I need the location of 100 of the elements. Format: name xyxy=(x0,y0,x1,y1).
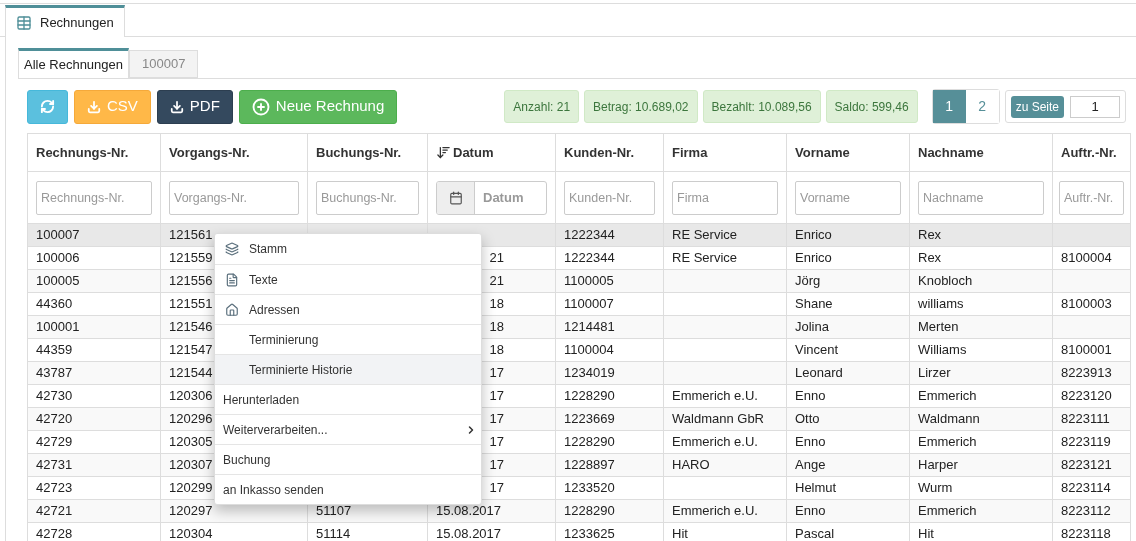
export-button[interactable]: PDF xyxy=(156,89,233,124)
summary-badge: Anzahl: 21 xyxy=(504,90,580,123)
house-icon xyxy=(225,302,239,317)
filter-field[interactable]: Vorname xyxy=(795,180,901,215)
table-cell: 120297 xyxy=(169,503,213,519)
table-cell: Enno xyxy=(795,434,826,450)
table-cell: 42731 xyxy=(36,457,73,473)
column-header[interactable]: Firma xyxy=(663,133,787,172)
table-cell: Hit xyxy=(672,526,688,541)
table-cell: 1234019 xyxy=(564,365,615,381)
date-filter-field[interactable]: Datum xyxy=(436,180,547,215)
table-cell: 8223111 xyxy=(1061,411,1110,427)
table-cell: 8100003 xyxy=(1061,296,1112,312)
filter-field[interactable]: Rechnungs-Nr. xyxy=(36,180,152,215)
table-cell: 1228290 xyxy=(564,503,615,519)
table-cell: 120296 xyxy=(169,411,213,427)
table-cell: Enrico xyxy=(795,227,832,243)
table-cell: 44359 xyxy=(36,342,73,358)
table-cell: Enno xyxy=(795,388,826,404)
table-cell-text: 18 xyxy=(489,341,504,360)
table-cell: RE Service xyxy=(672,250,738,266)
filter-field[interactable]: Vorgangs-Nr. xyxy=(169,180,299,215)
table-cell: williams xyxy=(918,296,964,312)
download-icon xyxy=(169,99,184,114)
table-cell: 121546 xyxy=(169,319,213,335)
table-cell-text: 17 xyxy=(489,479,504,498)
summary-badge: Bezahlt: 10.089,56 xyxy=(702,90,821,123)
menu-item[interactable]: Texte xyxy=(215,264,481,294)
table-cell: Pascal xyxy=(795,526,835,541)
column-header[interactable]: Vorname xyxy=(786,133,910,172)
page-button[interactable]: 1 xyxy=(932,90,966,123)
refresh-button[interactable] xyxy=(27,89,68,124)
table-cell: Vincent xyxy=(795,342,839,358)
summary-badge: Saldo: 599,46 xyxy=(825,90,918,123)
column-header[interactable]: Vorgangs-Nr. xyxy=(160,133,308,172)
menu-item[interactable]: Terminierte Historie xyxy=(215,354,481,384)
table-cell: 100006 xyxy=(36,250,80,266)
column-header[interactable]: Kunden-Nr. xyxy=(555,133,664,172)
table-cell: RE Service xyxy=(672,227,738,243)
table-cell: Knobloch xyxy=(918,273,973,289)
sort-icon xyxy=(436,145,451,160)
table-cell-text: 17 xyxy=(489,433,504,452)
table-cell: Lirzer xyxy=(918,365,951,381)
table-cell: Rex xyxy=(918,250,942,266)
table-cell: 42720 xyxy=(36,411,73,427)
table-cell: 1100004 xyxy=(564,342,614,358)
table-cell: 100007 xyxy=(36,227,80,243)
table-cell: 8223121 xyxy=(1061,457,1112,473)
table-cell-text: 21 xyxy=(489,249,504,268)
download-icon xyxy=(87,99,101,114)
table-cell: 1222344 xyxy=(564,250,615,266)
table-cell-text: 21 xyxy=(489,272,504,291)
goto-page-button[interactable]: zu Seite xyxy=(1010,95,1064,118)
table-cell-text: 17 xyxy=(489,364,504,383)
column-header[interactable]: Nachname xyxy=(909,133,1053,172)
table-cell: Williams xyxy=(918,342,967,358)
page-input[interactable]: 1 xyxy=(1070,95,1120,118)
table-cell: 1100005 xyxy=(564,273,614,289)
column-header[interactable]: Rechnungs-Nr. xyxy=(27,133,161,172)
table-cell: 1228290 xyxy=(564,434,615,450)
refresh-icon xyxy=(40,99,55,114)
table-cell: 42729 xyxy=(36,434,73,450)
table-cell: 8100004 xyxy=(1061,250,1112,266)
menu-item[interactable]: Herunterladen xyxy=(215,384,481,414)
table-cell: Harper xyxy=(918,457,958,473)
table-cell: 8223112 xyxy=(1061,503,1111,519)
tab[interactable]: Alle Rechnungen xyxy=(18,48,130,78)
table-cell: Rex xyxy=(918,227,942,243)
column-header[interactable]: Buchungs-Nr. xyxy=(307,133,428,172)
table-cell: 120307 xyxy=(169,457,213,473)
filter-field[interactable]: Auftr.-Nr. xyxy=(1059,180,1124,215)
document-icon xyxy=(225,272,239,287)
table-cell: Jolina xyxy=(795,319,829,335)
table-cell: Ange xyxy=(795,457,826,473)
column-header[interactable]: Auftr.-Nr. xyxy=(1052,133,1131,172)
menu-item[interactable]: Adressen xyxy=(215,294,481,324)
table-cell: 8223913 xyxy=(1061,365,1112,381)
menu-item[interactable]: an Inkasso senden xyxy=(215,474,481,504)
table-cell: 100001 xyxy=(36,319,80,335)
filter-field[interactable]: Kunden-Nr. xyxy=(564,180,655,215)
table-cell: 1233625 xyxy=(564,526,615,541)
table-cell: 8223114 xyxy=(1061,480,1111,496)
table-cell: Merten xyxy=(918,319,959,335)
page-tab[interactable]: Rechnungen xyxy=(5,5,125,37)
table-cell: 1214481 xyxy=(564,319,615,335)
menu-item[interactable]: Weiterverarbeiten... xyxy=(215,414,481,444)
table-cell: 120305 xyxy=(169,434,213,450)
filter-field[interactable]: Buchungs-Nr. xyxy=(316,180,419,215)
filter-field[interactable]: Firma xyxy=(672,180,778,215)
table-cell: Hit xyxy=(918,526,934,541)
filter-field[interactable]: Nachname xyxy=(918,180,1044,215)
column-header[interactable]: Datum xyxy=(427,133,556,172)
table-cell: Emmerich xyxy=(918,434,977,450)
table-cell: 120299 xyxy=(169,480,213,496)
menu-item[interactable]: Buchung xyxy=(215,444,481,474)
table-cell: 42723 xyxy=(36,480,73,496)
table-cell: Emmerich xyxy=(918,503,977,519)
table-cell: Helmut xyxy=(795,480,837,496)
table-cell: 121556 xyxy=(169,273,213,289)
table-cell: HARO xyxy=(672,457,710,473)
